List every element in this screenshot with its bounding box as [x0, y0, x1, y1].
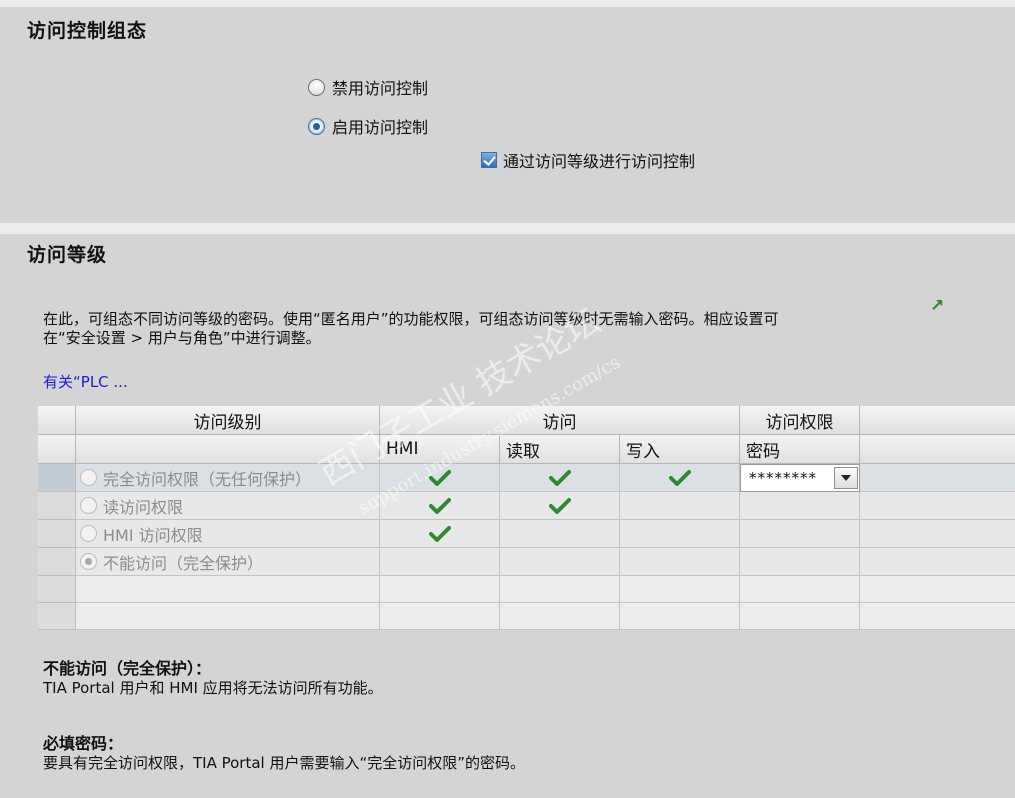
check-icon [548, 469, 571, 486]
empty-cell [860, 576, 1015, 603]
chevron-down-icon[interactable] [834, 467, 858, 489]
disable-access-control-option[interactable]: 禁用访问控制 [308, 75, 428, 99]
row-filler [860, 520, 1015, 548]
access-level-checkbox-label: 通过访问等级进行访问控制 [503, 152, 696, 171]
empty-cell [740, 603, 860, 630]
row-header[interactable] [38, 548, 76, 576]
note-title-required-password: 必填密码： [43, 734, 124, 753]
check-icon [428, 497, 451, 514]
access-level-control-checkbox-row[interactable]: 通过访问等级进行访问控制 [481, 148, 695, 172]
description-line-1: 在此，可组态不同访问等级的密码。使用“匿名用户”的功能权限，可组态访问等级时无需… [43, 310, 779, 328]
row-header[interactable] [38, 492, 76, 520]
empty-cell [76, 576, 380, 603]
check-icon [668, 469, 691, 486]
header-write[interactable]: 写入 [620, 435, 740, 464]
access-level-table: 访问级别 访问 访问权限 HMI 读取 写入 密码 完全访问权限（无任何保护） … [38, 406, 1015, 630]
password-value: ******** [749, 469, 817, 487]
row-filler [860, 464, 1015, 492]
empty-cell [860, 603, 1015, 630]
header-level-sub [76, 435, 380, 464]
check-icon [428, 525, 451, 542]
header-permission[interactable]: 访问权限 [740, 406, 860, 435]
write-cell [620, 464, 740, 492]
access-level-panel: 访问等级 在此，可组态不同访问等级的密码。使用“匿名用户”的功能权限，可组态访问… [3, 234, 1015, 798]
check-icon [548, 497, 571, 514]
radio-no-access[interactable] [80, 553, 97, 570]
table-row-no-access[interactable]: 不能访问（完全保护） [76, 548, 380, 576]
row-header[interactable] [38, 576, 76, 603]
empty-cell [380, 603, 500, 630]
empty-cell [500, 576, 620, 603]
enable-access-control-label: 启用访问控制 [332, 118, 429, 137]
note-text-no-access: TIA Portal 用户和 HMI 应用将无法访问所有功能。 [43, 679, 383, 697]
hmi-cell [380, 492, 500, 520]
header-password[interactable]: 密码 [740, 435, 860, 464]
note-title-no-access: 不能访问（完全保护）： [43, 659, 212, 678]
header-access[interactable]: 访问 [380, 406, 740, 435]
radio-hmi-access[interactable] [80, 525, 97, 542]
level-label-full: 完全访问权限（无任何保护） [103, 469, 312, 489]
header-filler-1 [860, 406, 1015, 435]
password-cell [740, 520, 860, 548]
disable-access-control-label: 禁用访问控制 [332, 79, 429, 98]
top-strip [0, 0, 1015, 7]
password-field[interactable]: ******** [740, 464, 860, 492]
empty-cell [620, 576, 740, 603]
row-filler [860, 548, 1015, 576]
password-cell [740, 548, 860, 576]
radio-disable[interactable] [308, 78, 325, 96]
table-row-hmi-access[interactable]: HMI 访问权限 [76, 520, 380, 548]
header-read[interactable]: 读取 [500, 435, 620, 464]
hmi-cell [380, 464, 500, 492]
read-cell [500, 520, 620, 548]
empty-cell [380, 576, 500, 603]
read-cell [500, 464, 620, 492]
radio-enable[interactable] [308, 117, 325, 135]
hmi-cell [380, 520, 500, 548]
table-row-read-access[interactable]: 读访问权限 [76, 492, 380, 520]
empty-cell [500, 603, 620, 630]
header-access-level[interactable]: 访问级别 [76, 406, 380, 435]
section-title-access-config: 访问控制组态 [27, 20, 148, 42]
description-line-2: 在“安全设置 > 用户与角色”中进行调整。 [43, 329, 321, 347]
table-row-full-access[interactable]: 完全访问权限（无任何保护） [76, 464, 380, 492]
header-filler-2 [860, 435, 1015, 464]
check-icon [428, 469, 451, 486]
row-header[interactable] [38, 603, 76, 630]
hmi-cell [380, 548, 500, 576]
row-header[interactable] [38, 464, 76, 492]
write-cell [620, 492, 740, 520]
level-label-none: 不能访问（完全保护） [103, 553, 264, 573]
read-cell [500, 548, 620, 576]
row-filler [860, 492, 1015, 520]
note-text-required-password: 要具有完全访问权限，TIA Portal 用户需要输入“完全访问权限”的密码。 [43, 754, 526, 772]
password-cell [740, 492, 860, 520]
level-label-read: 读访问权限 [103, 497, 184, 517]
empty-cell [76, 603, 380, 630]
read-cell [500, 492, 620, 520]
access-level-checkbox[interactable] [481, 152, 497, 168]
plc-help-link[interactable]: 有关“PLC ... [43, 371, 128, 392]
header-hmi[interactable]: HMI [380, 435, 500, 464]
row-header[interactable] [38, 520, 76, 548]
write-cell [620, 520, 740, 548]
section-separator [0, 223, 1015, 234]
radio-read-access[interactable] [80, 497, 97, 514]
level-label-hmi: HMI 访问权限 [103, 525, 203, 545]
radio-full-access[interactable] [80, 469, 97, 486]
empty-cell [740, 576, 860, 603]
access-control-config-panel: 访问控制组态 禁用访问控制 启用访问控制 通过访问等级进行访问控制 [3, 7, 1015, 223]
empty-cell [620, 603, 740, 630]
access-level-description: 在此，可组态不同访问等级的密码。使用“匿名用户”的功能权限，可组态访问等级时无需… [43, 310, 923, 348]
corner-header-1 [38, 406, 76, 435]
write-cell [620, 548, 740, 576]
corner-header-2 [38, 435, 76, 464]
section-title-access-level: 访问等级 [27, 244, 108, 266]
expand-arrow-icon[interactable]: ↗ [930, 296, 944, 316]
enable-access-control-option[interactable]: 启用访问控制 [308, 114, 428, 138]
